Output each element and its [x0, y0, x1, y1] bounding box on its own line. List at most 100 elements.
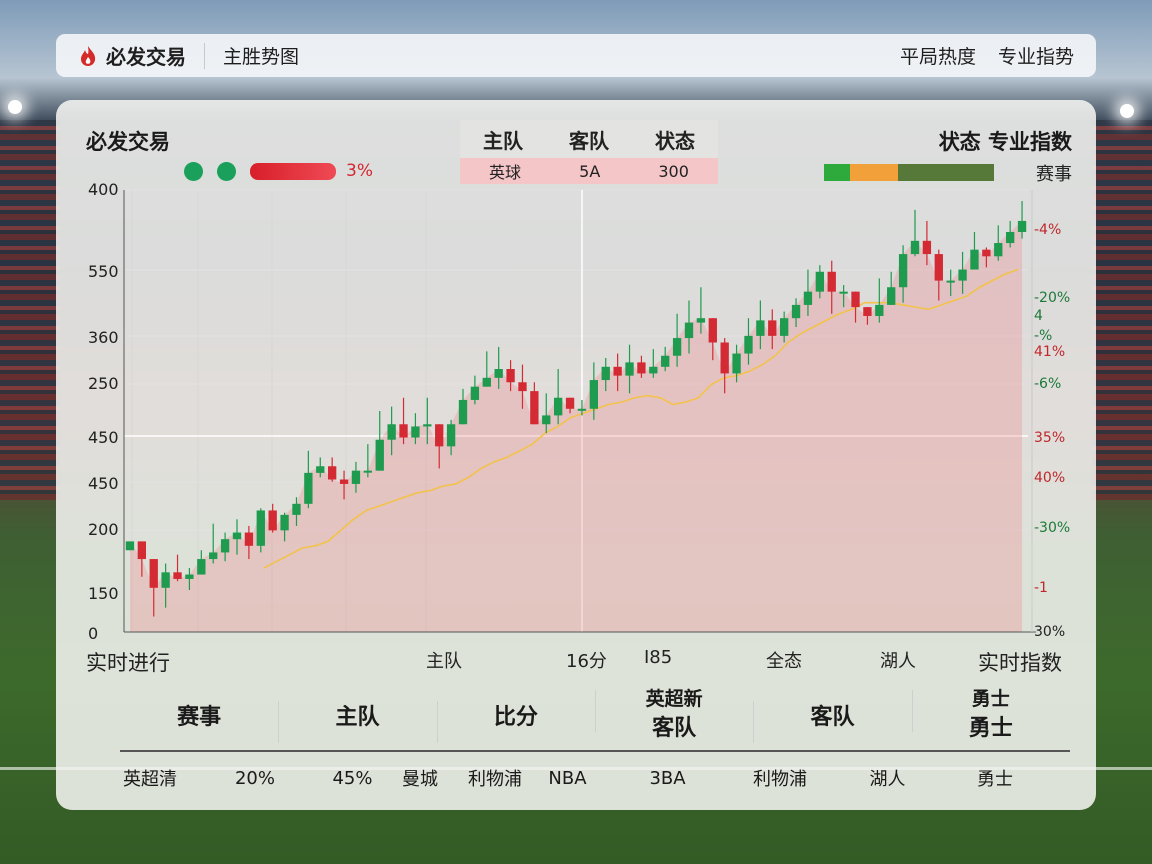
- candle-body: [791, 304, 801, 319]
- candle-body: [375, 439, 384, 471]
- candle-body: [173, 572, 182, 579]
- table-cell: 45%: [332, 767, 373, 789]
- candle-body: [137, 541, 147, 560]
- candle-body: [661, 355, 670, 367]
- right-tick-label: -20%: [1034, 290, 1071, 306]
- table-header[interactable]: 英超新 客队: [594, 688, 753, 742]
- right-tick-label: 4: [1034, 308, 1043, 324]
- candle-body: [696, 318, 706, 323]
- table-cell: 20%: [234, 767, 275, 789]
- candle-body: [720, 342, 729, 374]
- divider: [204, 42, 205, 69]
- right-tick-label: -6%: [1034, 376, 1062, 392]
- candle-body: [768, 320, 777, 336]
- candle-body: [982, 249, 991, 257]
- candle-body: [518, 382, 527, 392]
- candle-body: [458, 399, 468, 425]
- y-tick-label: 450: [88, 428, 119, 447]
- nav-link-pro-trend[interactable]: 专业指势: [998, 42, 1074, 69]
- candle-body: [149, 559, 158, 588]
- right-tick-label: -30%: [1034, 520, 1071, 536]
- top-links: 平局热度 专业指势: [900, 42, 1074, 69]
- candle-body: [435, 424, 444, 447]
- right-tick-label: -1: [1034, 580, 1048, 596]
- table-header[interactable]: 勇士 勇士: [911, 688, 1070, 742]
- candle-body: [922, 240, 932, 255]
- status-index-title: 状态 专业指数: [938, 130, 1072, 154]
- brand-name: 必发交易: [106, 45, 186, 69]
- heat-percent: 3%: [346, 161, 373, 181]
- table-cell: 湖人: [869, 769, 906, 790]
- candle-body: [839, 291, 848, 294]
- candle-body: [601, 366, 610, 381]
- candle-body: [506, 369, 515, 383]
- stadium-light: [1120, 104, 1134, 118]
- candle-body: [851, 291, 860, 308]
- x-tick-label: 全态: [766, 651, 802, 672]
- candle-body: [649, 366, 658, 374]
- candle-body: [530, 391, 539, 425]
- y-tick-label: 450: [88, 474, 119, 493]
- candle-body: [934, 254, 943, 281]
- candle-body: [779, 318, 789, 336]
- table-header[interactable]: 赛事: [120, 699, 278, 731]
- brand[interactable]: 必发交易: [78, 41, 186, 70]
- table-header[interactable]: 比分: [436, 699, 595, 743]
- matches-table: 赛事 主队 比分 英超新 客队 客队 勇士 勇士 英超清 20% 45% 曼城 …: [120, 680, 1070, 804]
- table-header: 主队: [483, 128, 523, 153]
- candle-body: [637, 362, 646, 374]
- candle-body: [185, 574, 194, 579]
- candle-body: [994, 243, 1003, 257]
- candle-body: [898, 254, 908, 288]
- candle-body: [423, 424, 432, 427]
- candle-body: [280, 514, 289, 531]
- candle-body: [970, 249, 979, 270]
- main-card: 必发交易 3% 主队 客队 状态 英球 5A 300 状态 专业指数 赛事 40…: [56, 100, 1096, 810]
- right-tick-label: 40%: [1034, 470, 1066, 486]
- stadium-light: [8, 100, 22, 114]
- stadium-crowd-left: [0, 120, 60, 500]
- table-header: 客队: [569, 128, 609, 153]
- candle-body: [815, 271, 825, 292]
- table-header[interactable]: 主队: [278, 699, 436, 743]
- table-cell: 英超清: [123, 769, 177, 790]
- table-cell: 利物浦: [753, 769, 807, 790]
- candle-body: [268, 510, 277, 531]
- table-cell: 300: [658, 161, 689, 181]
- x-tick-label: I85: [644, 647, 673, 668]
- candle-body: [803, 291, 813, 305]
- candle-body: [399, 424, 408, 438]
- y-tick-label: 250: [88, 374, 119, 393]
- candle-body: [351, 470, 361, 484]
- candle-body: [494, 369, 503, 378]
- page-title: 主胜势图: [223, 46, 300, 68]
- y-tick-label: 0: [88, 624, 99, 643]
- nav-link-draw-heat[interactable]: 平局热度: [900, 42, 976, 69]
- top-nav-bar: 必发交易 主胜势图 平局热度 专业指势: [56, 34, 1096, 77]
- candle-body: [125, 541, 135, 551]
- candle-body: [244, 532, 254, 546]
- candle-body: [875, 304, 884, 316]
- candle-body: [613, 366, 622, 376]
- table-cell: 3BA: [649, 767, 686, 789]
- x-tick-label: 主队: [426, 651, 462, 672]
- index-legend-bar: [824, 164, 996, 181]
- candlestick-chart[interactable]: 400 550 360 250 450 450 200 150 0 -4% -20% 4 -% 41% -…: [56, 180, 1096, 680]
- candle-body: [446, 424, 456, 447]
- table-cell: 5A: [579, 161, 601, 181]
- table-header-row: 赛事 主队 比分 英超新 客队 客队 勇士 勇士: [120, 680, 1070, 752]
- right-tick-label: 30%: [1034, 624, 1066, 640]
- candle-body: [756, 320, 765, 336]
- candle-body: [327, 466, 337, 480]
- x-tick-label: 16分: [566, 651, 607, 672]
- stadium-crowd-right: [1092, 120, 1152, 500]
- table-row[interactable]: 英超清 20% 45% 曼城 利物浦 NBA 3BA 利物浦 湖人 勇士: [120, 752, 1070, 804]
- candle-body: [958, 269, 967, 281]
- table-header[interactable]: 客队: [753, 699, 911, 743]
- table-header: 状态: [655, 128, 695, 153]
- candle-body: [589, 380, 599, 409]
- candle-body: [708, 318, 717, 343]
- flame-logo-icon: [81, 45, 96, 66]
- chart-canvas: [123, 189, 1036, 633]
- candle-body: [363, 470, 373, 473]
